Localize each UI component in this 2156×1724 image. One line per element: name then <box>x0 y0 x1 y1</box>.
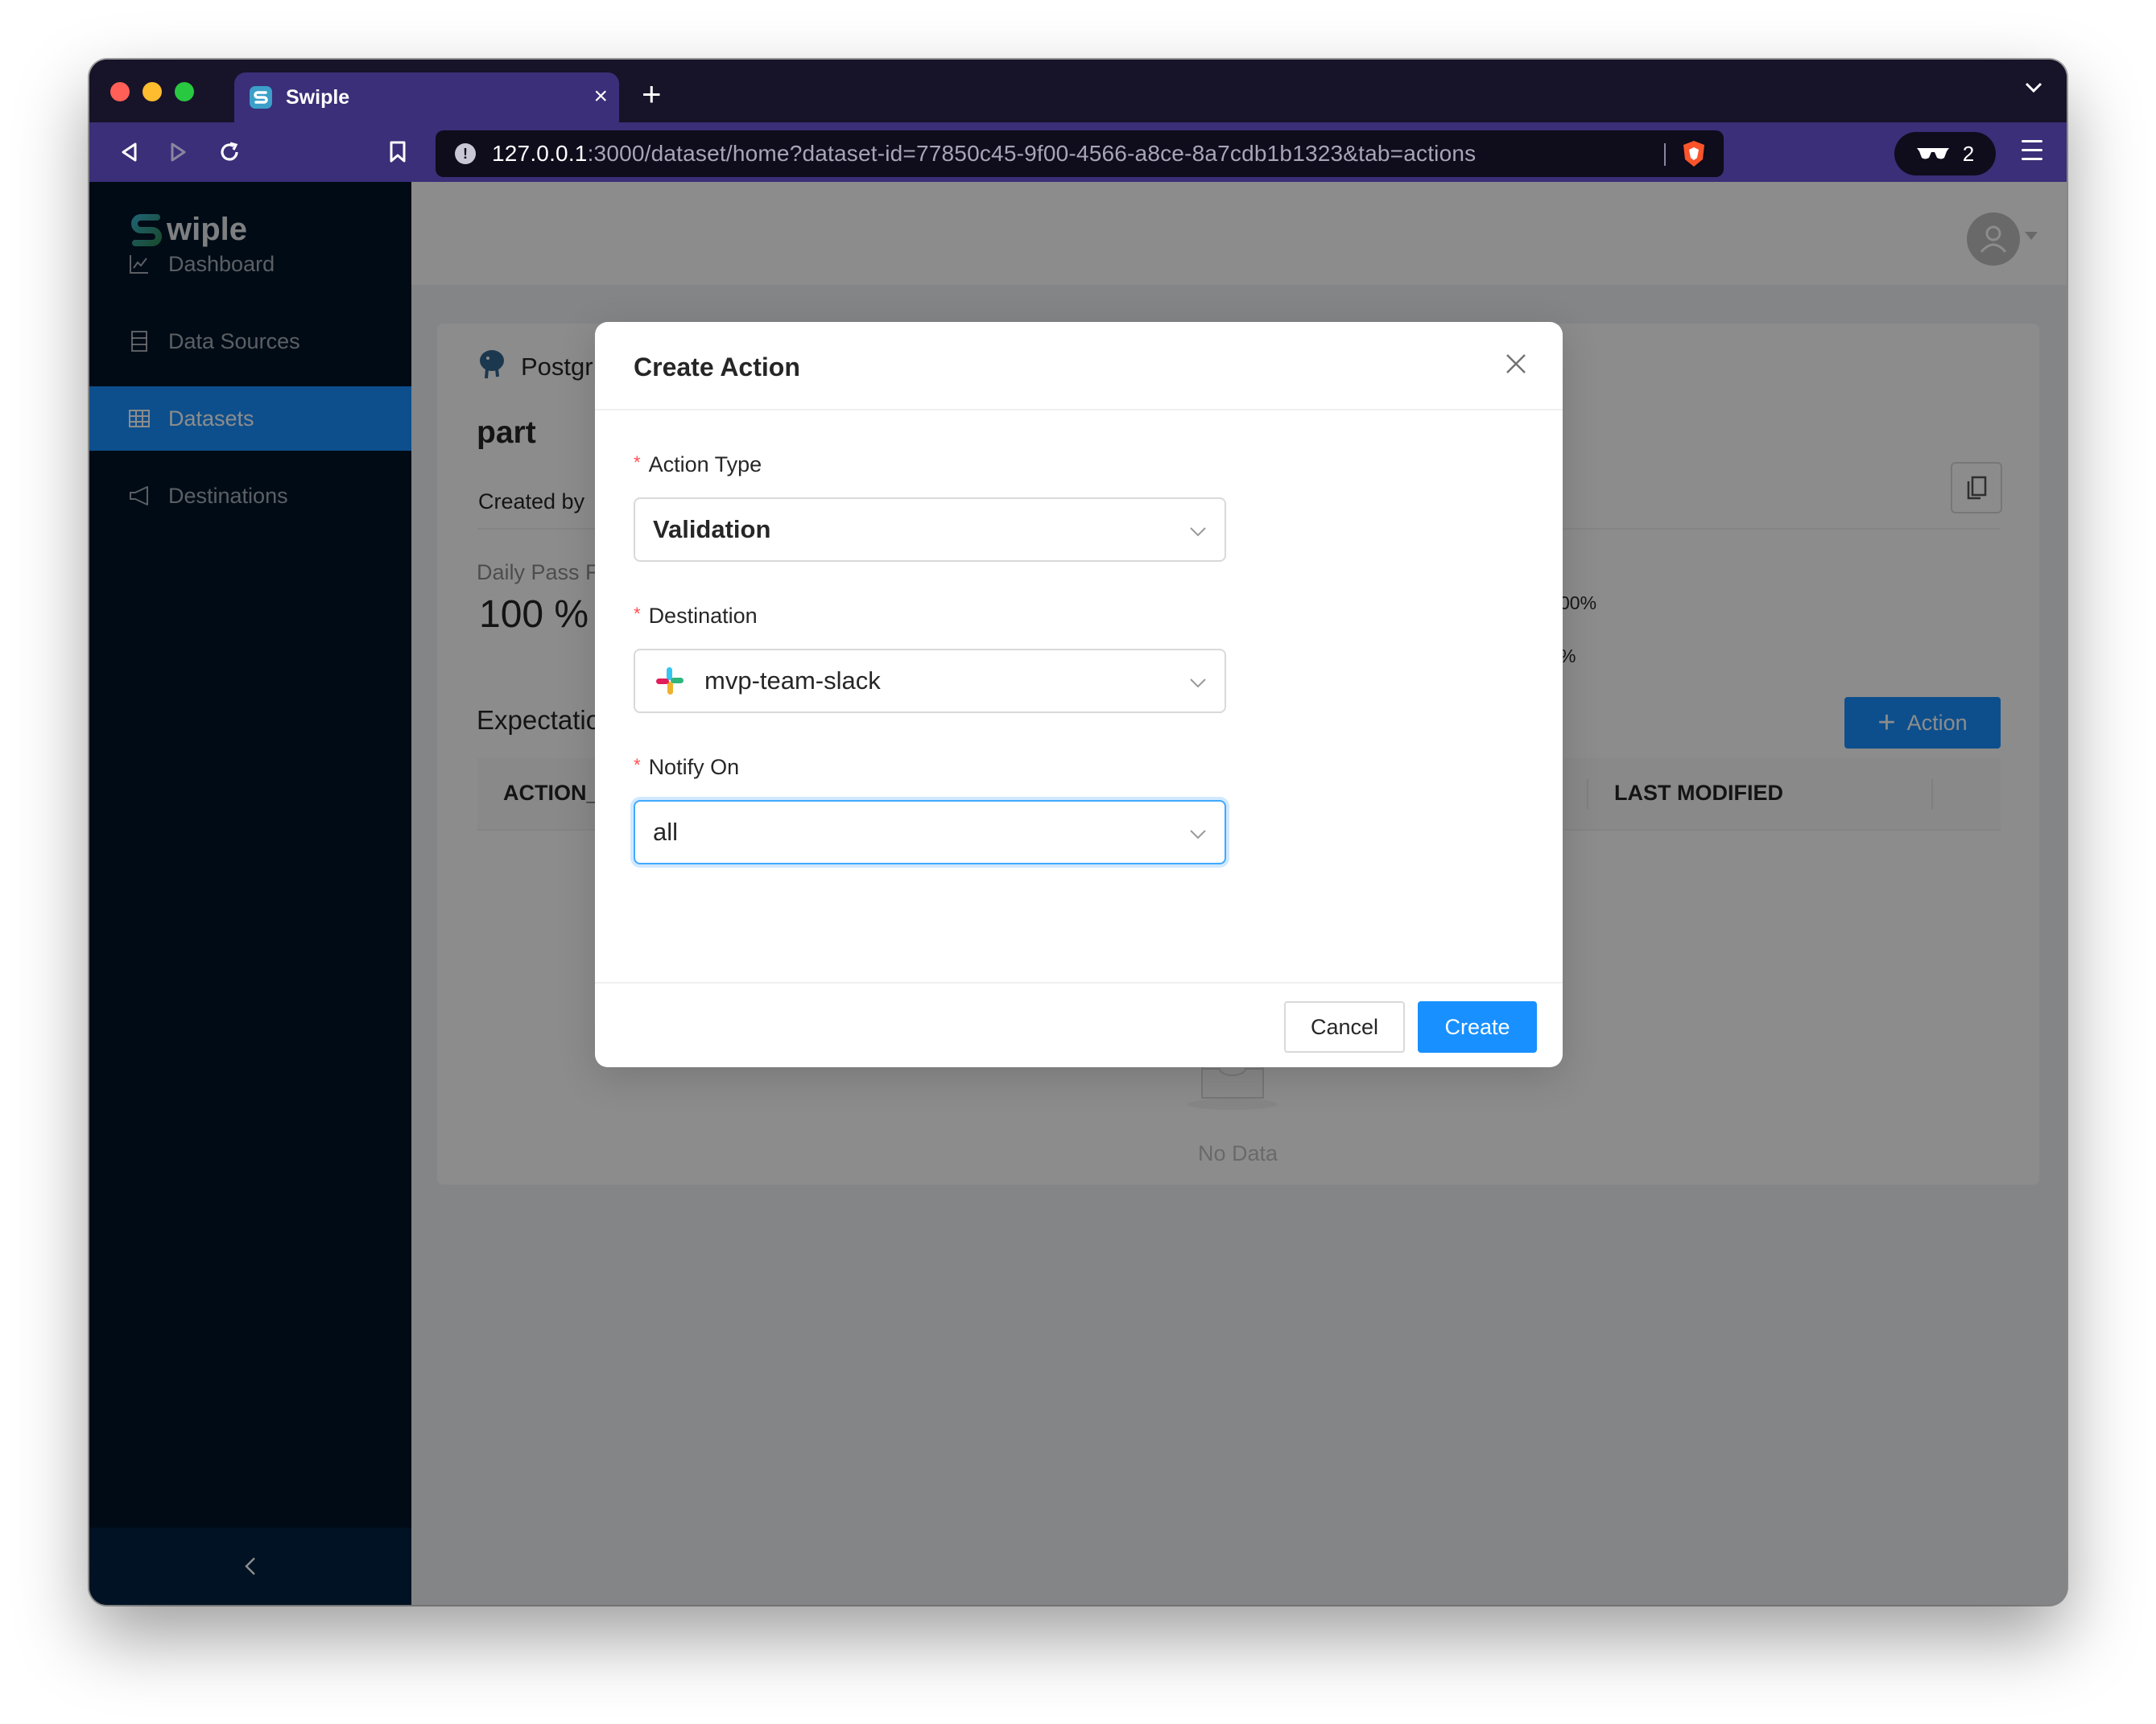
reload-icon[interactable] <box>214 137 245 167</box>
chevron-down-icon <box>1190 830 1206 839</box>
action-type-label: * Action Type <box>634 452 762 476</box>
minimize-window-button[interactable] <box>142 82 162 101</box>
app-root: wiple Dashboard Data Sources Datasets De… <box>89 182 2067 1605</box>
close-icon[interactable] <box>1505 353 1530 378</box>
rewards-count: 2 <box>1962 141 1975 166</box>
close-window-button[interactable] <box>110 82 130 101</box>
browser-window: Swiple × + ! 127.0.0.1:3000/dataset/home… <box>89 60 2067 1605</box>
chevron-down-icon <box>1190 678 1206 688</box>
destination-label: * Destination <box>634 604 758 628</box>
brave-rewards-badge[interactable]: 2 <box>1894 132 1996 175</box>
notify-on-label: * Notify On <box>634 755 740 779</box>
tab-strip: Swiple × + <box>89 60 2067 122</box>
slack-icon <box>656 667 684 695</box>
destination-select[interactable]: mvp-team-slack <box>634 649 1226 713</box>
new-tab-icon[interactable]: + <box>642 77 662 111</box>
bookmark-icon[interactable] <box>382 137 413 167</box>
action-type-value: Validation <box>653 515 771 543</box>
modal-footer: Cancel Create <box>595 982 1563 1067</box>
maximize-window-button[interactable] <box>175 82 194 101</box>
site-info-icon[interactable]: ! <box>455 143 476 164</box>
action-type-select[interactable]: Validation <box>634 497 1226 562</box>
browser-menu-icon[interactable] <box>2022 140 2042 167</box>
url-separator <box>1664 143 1666 166</box>
tab-list-chevron-icon[interactable] <box>2025 82 2042 97</box>
url-text: 127.0.0.1:3000/dataset/home?dataset-id=7… <box>492 141 1477 166</box>
cancel-button[interactable]: Cancel <box>1284 1001 1405 1053</box>
address-bar[interactable]: ! 127.0.0.1:3000/dataset/home?dataset-id… <box>436 130 1724 177</box>
modal-title: Create Action <box>634 353 800 382</box>
modal-header: Create Action <box>595 322 1563 410</box>
destination-value: mvp-team-slack <box>704 666 881 695</box>
tab-title: Swiple <box>286 85 350 109</box>
swiple-favicon-icon <box>247 84 275 111</box>
tab-close-icon[interactable]: × <box>593 82 608 111</box>
sunglasses-icon <box>1916 148 1949 159</box>
create-action-modal: Create Action * Action Type Validation * D… <box>595 322 1563 1067</box>
forward-icon[interactable] <box>163 137 194 167</box>
notify-on-select[interactable]: all <box>634 800 1226 864</box>
chevron-down-icon <box>1190 527 1206 537</box>
brave-shield-icon[interactable] <box>1679 138 1709 169</box>
browser-tab[interactable]: Swiple × <box>234 72 619 122</box>
back-icon[interactable] <box>114 137 144 167</box>
notify-on-value: all <box>653 818 679 846</box>
browser-toolbar: ! 127.0.0.1:3000/dataset/home?dataset-id… <box>89 122 2067 182</box>
create-button[interactable]: Create <box>1418 1001 1537 1053</box>
